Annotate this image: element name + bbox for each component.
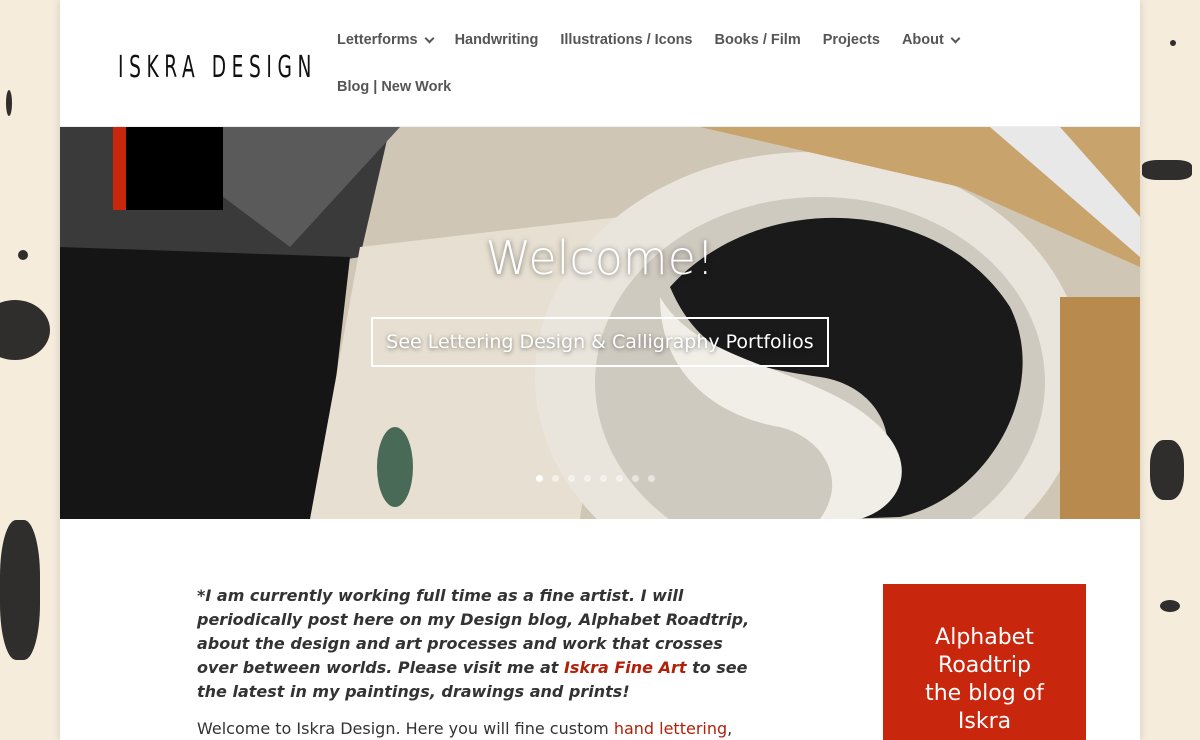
nav-item-letterforms[interactable]: Letterforms	[337, 32, 435, 48]
intro-paragraph: *I am currently working full time as a f…	[197, 584, 757, 704]
portfolio-button[interactable]: See Lettering Design & Calligraphy Portf…	[371, 317, 829, 367]
nav-item-blog-new-work[interactable]: Blog | New Work	[337, 79, 451, 95]
slider-dot-2[interactable]	[552, 475, 559, 482]
blog-box-line-1: Alphabet	[935, 625, 1034, 650]
main-content: *I am currently working full time as a f…	[60, 519, 1140, 740]
welcome-text-before: Welcome to Iskra Design. Here you will f…	[197, 719, 614, 738]
slider-dot-3[interactable]	[568, 475, 575, 482]
iskra-fine-art-link[interactable]: Iskra Fine Art	[564, 658, 687, 677]
site-logo[interactable]: ISKRA DESIGN	[118, 50, 317, 85]
nav-row-1: Letterforms Handwriting Illustrations / Ic…	[337, 28, 1037, 52]
slider-dot-7[interactable]	[632, 475, 639, 482]
chevron-down-icon	[950, 33, 961, 43]
slider-dot-4[interactable]	[584, 475, 591, 482]
slider-dots	[536, 475, 655, 482]
slider-dot-8[interactable]	[648, 475, 655, 482]
nav-item-label: Handwriting	[454, 32, 539, 48]
nav-item-label: Letterforms	[337, 32, 418, 48]
nav-item-about[interactable]: About	[901, 32, 961, 48]
welcome-paragraph: Welcome to Iskra Design. Here you will f…	[197, 719, 757, 738]
nav-item-label: About	[901, 32, 944, 48]
blog-box-line-4: Iskra	[957, 709, 1012, 734]
nav-item-projects[interactable]: Projects	[823, 32, 880, 48]
hero-slider: Welcome! See Lettering Design & Calligra…	[60, 127, 1140, 519]
blog-box-line-3: the blog of	[925, 681, 1044, 706]
nav-row-2: Blog | New Work	[337, 75, 1037, 99]
nav-item-illustrations-icons[interactable]: Illustrations / Icons	[560, 32, 692, 48]
slider-dot-1[interactable]	[536, 475, 543, 482]
nav-item-label: Illustrations / Icons	[560, 32, 693, 48]
nav-item-label: Projects	[822, 32, 880, 48]
blog-box-line-2: Roadtrip	[938, 653, 1031, 678]
slider-dot-5[interactable]	[600, 475, 607, 482]
page-container: ISKRA DESIGN Letterforms Handwriting Illus…	[60, 0, 1140, 740]
site-header: ISKRA DESIGN Letterforms Handwriting Illus…	[60, 0, 1140, 127]
nav-item-label: Blog | New Work	[337, 79, 452, 95]
hero-title: Welcome!	[485, 231, 715, 285]
welcome-text-after: ,	[727, 719, 733, 738]
iskra-badge-logo	[113, 127, 223, 210]
slider-dot-6[interactable]	[616, 475, 623, 482]
main-nav: Letterforms Handwriting Illustrations / Ic…	[337, 28, 1037, 122]
chevron-down-icon	[424, 33, 435, 43]
nav-item-handwriting[interactable]: Handwriting	[455, 32, 539, 48]
nav-item-books-film[interactable]: Books / Film	[715, 32, 801, 48]
blog-promo-box[interactable]: Alphabet Roadtrip the blog of Iskra	[883, 584, 1086, 740]
hand-lettering-link[interactable]: hand lettering	[614, 719, 727, 738]
nav-item-label: Books / Film	[714, 32, 801, 48]
